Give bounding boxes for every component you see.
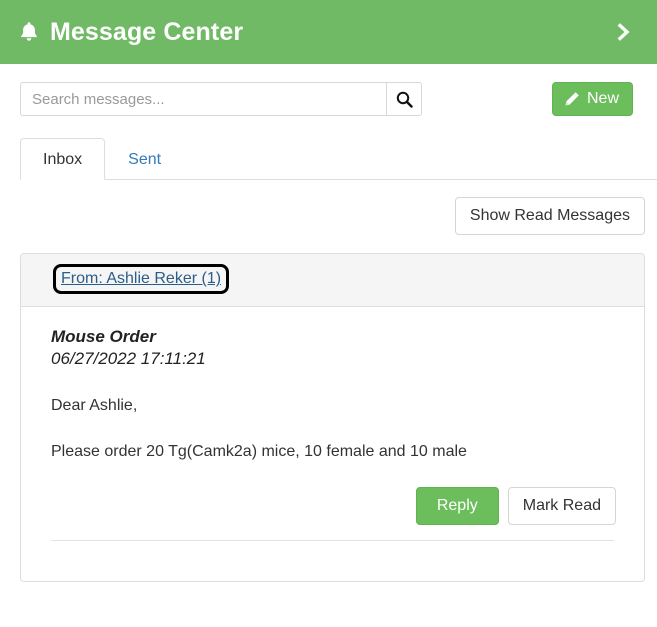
new-message-label: New: [586, 90, 619, 107]
page-title: Message Center: [50, 17, 244, 46]
message-body: Please order 20 Tg(Camk2a) mice, 10 fema…: [51, 443, 467, 460]
tab-sent-label: Sent: [128, 150, 162, 168]
pencil-icon: [565, 92, 579, 106]
message-thread-body: Mouse Order 06/27/2022 17:11:21 Dear Ash…: [21, 307, 644, 581]
tab-sent[interactable]: Sent: [105, 138, 184, 180]
tab-inbox[interactable]: Inbox: [20, 137, 106, 180]
message-subject: Mouse Order: [51, 327, 156, 346]
message-greeting: Dear Ashlie,: [51, 397, 138, 414]
message-thread-card: From: Ashlie Reker (1) Mouse Order 06/27…: [20, 253, 645, 582]
search-toolbar: New: [0, 64, 657, 116]
reply-button[interactable]: Reply: [415, 487, 499, 525]
chevron-right-icon[interactable]: [611, 19, 637, 45]
bell-icon: [18, 20, 40, 44]
show-read-row: Show Read Messages: [0, 180, 657, 235]
show-read-messages-button[interactable]: Show Read Messages: [454, 197, 645, 235]
tab-inbox-label: Inbox: [43, 150, 83, 168]
search-input[interactable]: [20, 82, 386, 116]
card-filler: [37, 541, 628, 581]
new-message-button[interactable]: New: [551, 82, 633, 116]
search-group: [20, 82, 422, 116]
app-header: Message Center: [0, 0, 657, 64]
message-thread-header: From: Ashlie Reker (1): [21, 254, 644, 307]
search-button[interactable]: [386, 82, 422, 116]
message-actions: Reply Mark Read: [37, 487, 628, 525]
mailbox-tabs: Inbox Sent: [20, 136, 657, 180]
search-icon: [396, 91, 413, 108]
message-timestamp: 06/27/2022 17:11:21: [51, 349, 206, 368]
sender-link[interactable]: From: Ashlie Reker (1): [52, 264, 230, 294]
mark-read-button[interactable]: Mark Read: [507, 487, 616, 525]
